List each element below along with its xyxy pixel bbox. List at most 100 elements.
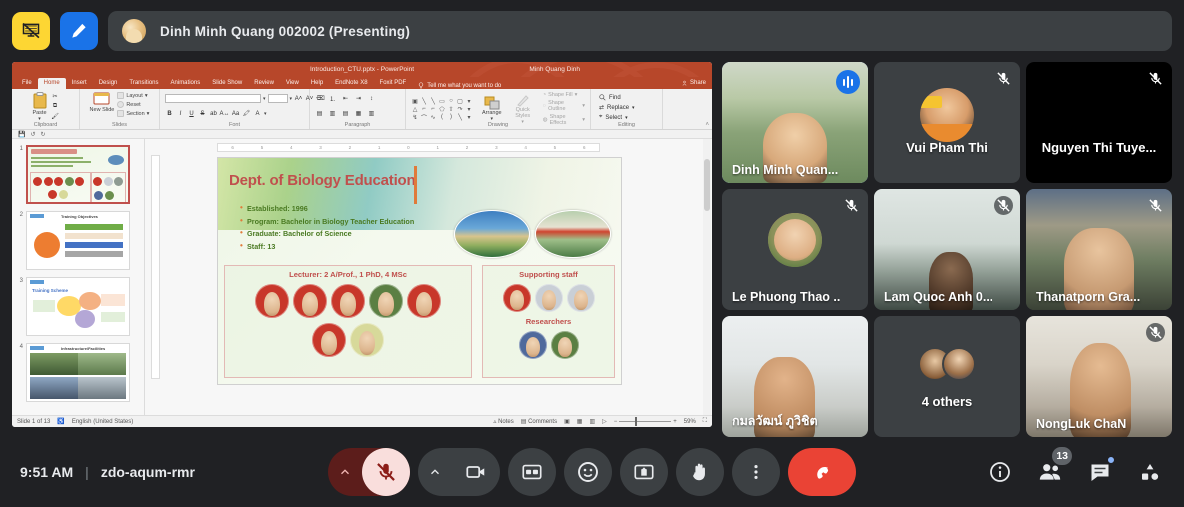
format-painter-icon[interactable]: 🖌 (51, 112, 60, 121)
powerpoint-share-button[interactable]: Share (682, 80, 706, 86)
tab-animations[interactable]: Animations (165, 78, 207, 89)
cut-icon[interactable]: ✂ (51, 92, 60, 101)
shape-l-icon[interactable]: ⌐ (420, 106, 428, 113)
view-slideshow-icon[interactable]: ▷ (602, 418, 607, 425)
powerpoint-ribbon[interactable]: Paste ▾ ✂ ⧉ 🖌 Clipboard New Slide Layout… (12, 89, 712, 131)
paragraph-row-top[interactable]: ☰ ⒈ ⇤ ⇥ ↕ (315, 94, 376, 104)
shape-brace-r-icon[interactable]: ) (447, 114, 455, 121)
paragraph-row-bottom[interactable]: ▤ ▥ ▤ ▦ ▥ (315, 109, 376, 118)
font-row-bottom[interactable]: B I U S ab A↔ Aa 🖍 A ▾ (165, 109, 266, 118)
ribbon-group-paragraph[interactable]: ☰ ⒈ ⇤ ⇥ ↕ ▤ ▥ ▤ ▦ ▥ Paragraph (310, 89, 406, 130)
italic-button[interactable]: I (176, 109, 185, 118)
thumbnail-slide-4[interactable]: Infrastructure/Facilities (26, 343, 130, 403)
thumbnail-slide-1[interactable] (26, 145, 130, 205)
raise-hand-button[interactable] (676, 448, 724, 496)
tab-file[interactable]: File (16, 78, 38, 89)
slide-canvas[interactable]: Dept. of Biology Education Established: … (217, 157, 622, 386)
align-right-icon[interactable]: ▤ (341, 109, 350, 118)
shape-more-3-icon[interactable]: ▾ (465, 114, 473, 121)
bold-button[interactable]: B (165, 109, 174, 118)
camera-toggle-button[interactable] (452, 448, 500, 496)
powerpoint-quick-access-toolbar[interactable]: 💾 ↺ ↻ (12, 130, 712, 140)
slide-editing-area[interactable]: 6 5 4 3 2 1 0 1 2 3 4 5 6 Dept. of Biolo… (145, 139, 712, 416)
shape-line-icon[interactable]: ╲ (420, 98, 428, 105)
align-left-icon[interactable]: ▤ (315, 109, 324, 118)
copy-icon[interactable]: ⧉ (51, 102, 60, 111)
ribbon-group-editing[interactable]: Find ⇄ Replace ▾ ⌖ Select ▾ Editing (591, 89, 663, 130)
tab-home[interactable]: Home (37, 78, 66, 90)
columns-icon[interactable]: ▥ (367, 109, 376, 118)
participant-tile[interactable]: NongLuk ChaN (1026, 316, 1172, 437)
language-label[interactable]: English (United States) (72, 419, 133, 425)
shape-slash-icon[interactable]: ╲ (456, 114, 464, 121)
tab-endnote[interactable]: EndNote X8 (329, 78, 373, 89)
align-center-icon[interactable]: ▥ (328, 109, 337, 118)
participant-tile-others[interactable]: 4 others (874, 316, 1020, 437)
shape-rectangle-icon[interactable]: ▭ (438, 98, 446, 105)
present-screen-button[interactable] (620, 448, 668, 496)
font-size-input[interactable] (267, 94, 288, 104)
annotate-button[interactable] (60, 12, 98, 50)
layout-button[interactable]: Layout ▾ (117, 92, 148, 100)
powerpoint-ribbon-tabs[interactable]: File Home Insert Design Transitions Anim… (12, 76, 712, 90)
tab-help[interactable]: Help (305, 78, 329, 89)
replace-button[interactable]: ⇄ Replace ▾ (599, 104, 635, 112)
shape-zig-icon[interactable]: ↯ (411, 114, 419, 121)
paste-button[interactable]: Paste ▾ (32, 92, 48, 122)
collapse-ribbon-button[interactable]: ˄ (705, 122, 709, 128)
people-button[interactable]: 13 (1030, 447, 1072, 492)
mic-toggle-button[interactable] (362, 448, 410, 496)
thumbnail-row[interactable]: 1 (16, 145, 140, 205)
section-button[interactable]: Section ▾ (117, 110, 149, 118)
justify-icon[interactable]: ▦ (354, 109, 363, 118)
shape-more-2-icon[interactable]: ▾ (465, 106, 473, 113)
shape-wave-icon[interactable]: ∿ (429, 114, 437, 121)
shape-rect-blue-icon[interactable]: ▣ (411, 98, 419, 105)
character-spacing-icon[interactable]: A↔ (220, 109, 230, 118)
shape-arrow-icon[interactable]: ╲ (429, 98, 437, 105)
font-family-input[interactable] (165, 94, 261, 104)
text-highlight-icon[interactable]: 🖍 (242, 109, 251, 118)
undo-icon[interactable]: ↺ (30, 131, 35, 138)
view-reading-icon[interactable]: ▥ (589, 418, 595, 425)
more-options-button[interactable] (732, 448, 780, 496)
tab-view[interactable]: View (280, 78, 305, 89)
tab-foxit-pdf[interactable]: Foxit PDF (374, 78, 413, 89)
slide-thumbnail-panel[interactable]: 1 2 Training Objectives 3 Training Schem… (12, 139, 145, 416)
participant-tile[interactable]: Le Phuong Thao ... (722, 189, 868, 310)
shape-rounded-rect-icon[interactable]: ▢ (456, 98, 464, 105)
participant-tile[interactable]: Dinh Minh Quan... (722, 62, 868, 183)
mic-control-group[interactable] (328, 448, 410, 496)
participant-tile[interactable]: Lam Quoc Anh 0... (874, 189, 1020, 310)
participant-tile[interactable]: Thanatporn Gra... (1026, 189, 1172, 310)
shape-triangle-icon[interactable]: △ (411, 106, 419, 113)
redo-icon[interactable]: ↻ (41, 131, 46, 138)
meeting-info-button[interactable] (980, 452, 1020, 492)
thumbnail-slide-2[interactable]: Training Objectives (26, 211, 130, 271)
comments-button[interactable]: ▤ Comments (521, 418, 557, 425)
fit-to-window-icon[interactable]: ⛶ (703, 418, 707, 425)
ribbon-group-clipboard[interactable]: Paste ▾ ✂ ⧉ 🖌 Clipboard (12, 89, 80, 130)
tab-slide-show[interactable]: Slide Show (206, 78, 248, 89)
shape-arrow-curve-icon[interactable]: ↷ (456, 106, 464, 113)
reactions-button[interactable] (564, 448, 612, 496)
new-slide-button[interactable]: New Slide (90, 92, 114, 113)
shape-arc-icon[interactable]: ⌒ (420, 114, 428, 122)
shape-fill-button[interactable]: ◔ Shape Fill ▾ (543, 92, 578, 98)
shape-outline-button[interactable]: ◌ Shape Outline ▾ (543, 100, 585, 112)
change-case-icon[interactable]: Aa (231, 109, 240, 118)
zoom-level[interactable]: 59% (684, 419, 696, 425)
font-row-top[interactable]: ▾ ▾ A˄ A˅ ⌫ (165, 94, 325, 104)
shape-pentagon-icon[interactable]: ⬠ (438, 106, 446, 113)
shape-more-1-icon[interactable]: ▾ (465, 98, 473, 105)
view-sorter-icon[interactable]: ▦ (577, 418, 583, 425)
shape-gallery[interactable]: ▣ ╲ ╲ ▭ ○ ▢ ▾ △ ⌐ ⌐ ⬠ ⇧ ↷ ▾ ↯ ⌒ ∿() ╲ ▾ (411, 98, 473, 122)
tab-design[interactable]: Design (93, 78, 124, 89)
save-icon[interactable]: 💾 (18, 131, 25, 138)
notes-button[interactable]: ▵ Notes (493, 418, 513, 425)
stop-presenting-button[interactable] (12, 12, 50, 50)
decrease-indent-icon[interactable]: ⇤ (341, 94, 350, 103)
text-shadow-icon[interactable]: ab (209, 109, 218, 118)
camera-options-button[interactable] (418, 448, 452, 496)
thumbnail-row[interactable]: 3 Training Scheme (16, 277, 140, 337)
